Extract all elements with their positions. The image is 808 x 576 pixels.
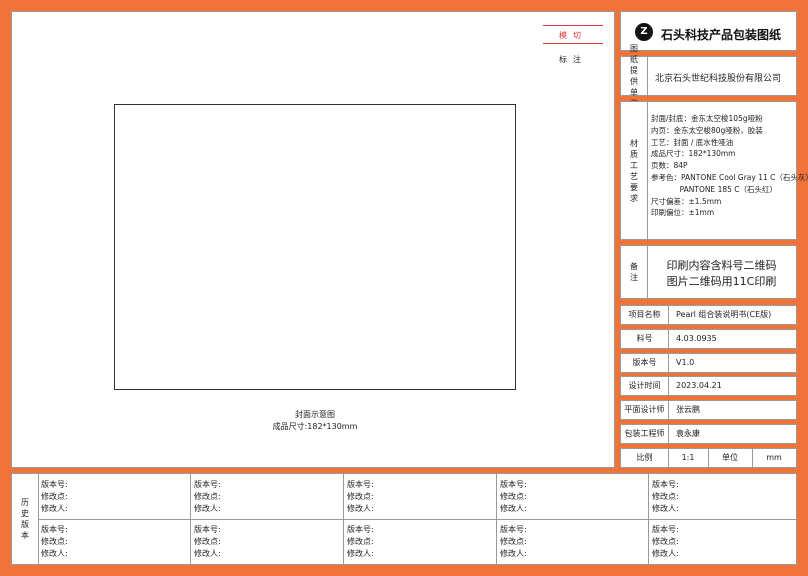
info-row-packaging-engineer: 包装工程师 袁永康 <box>620 424 797 444</box>
brand-header: Z 石头科技产品包装图纸 <box>620 11 797 51</box>
roborock-logo-icon: Z <box>635 23 653 41</box>
version-label: 版本号: <box>500 480 527 489</box>
history-entry: 版本号: 修改点: 修改人: <box>496 474 648 519</box>
history-entry: 版本号: 修改点: 修改人: <box>38 519 190 564</box>
history-label: 历史版本 <box>21 498 29 540</box>
provider-label: 图纸提供单位 <box>630 44 638 108</box>
modifier-label: 修改人: <box>652 504 679 513</box>
history-entry: 版本号: 修改点: 修改人: <box>496 519 648 564</box>
scale-value: 1:1 <box>668 449 709 467</box>
unit-key: 单位 <box>708 449 753 467</box>
change-point-label: 修改点: <box>500 492 527 501</box>
info-value: Pearl 组合装说明书(CE版) <box>676 310 772 319</box>
info-value: 袁永康 <box>676 429 700 438</box>
cover-size: 成品尺寸:182*130mm <box>272 422 358 431</box>
modifier-label: 修改人: <box>652 549 679 558</box>
die-cut-legend-label: 模切 <box>559 31 587 40</box>
history-entry: 版本号: 修改点: 修改人: <box>190 519 343 564</box>
version-label: 版本号: <box>194 480 221 489</box>
info-value: V1.0 <box>676 358 695 367</box>
materials-line: 参考色：PANTONE Cool Gray 11 C（石头灰） <box>651 172 808 182</box>
scale-key: 比例 <box>621 449 669 467</box>
materials-line: 印刷偏位：±1mm <box>651 208 715 218</box>
info-key: 版本号 <box>621 354 669 372</box>
cover-outline <box>114 104 516 390</box>
info-row-design-date: 设计时间 2023.04.21 <box>620 376 797 396</box>
change-point-label: 修改点: <box>652 537 679 546</box>
provider-value: 北京石头世纪科技股份有限公司 <box>655 74 782 84</box>
mark-legend-label: 标注 <box>559 55 587 64</box>
materials-list: 封面/封底：金东太空梭105g哑粉 内页：金东太空梭80g哑粉，胶装 工艺：封面 /… <box>651 113 808 219</box>
modifier-label: 修改人: <box>347 549 374 558</box>
info-key: 料号 <box>621 330 669 348</box>
change-point-label: 修改点: <box>500 537 527 546</box>
change-point-label: 修改点: <box>194 537 221 546</box>
info-key: 平面设计师 <box>621 401 669 419</box>
change-point-label: 修改点: <box>194 492 221 501</box>
materials-label: 材质工艺要求 <box>630 138 638 203</box>
materials-line: 页数：84P <box>651 161 688 171</box>
history-entry: 版本号: 修改点: 修改人: <box>343 519 496 564</box>
modifier-label: 修改人: <box>41 549 68 558</box>
materials-line: PANTONE 185 C（石头红） <box>651 184 778 194</box>
materials-line: 工艺：封面 / 底水性哑油 <box>651 137 734 147</box>
modifier-label: 修改人: <box>347 504 374 513</box>
materials-label-cell: 材质工艺要求 <box>621 102 648 239</box>
brand-title: 石头科技产品包装图纸 <box>661 28 782 42</box>
modifier-label: 修改人: <box>41 504 68 513</box>
version-label: 版本号: <box>347 525 374 534</box>
materials-line: 内页：金东太空梭80g哑粉，胶装 <box>651 125 763 135</box>
version-label: 版本号: <box>500 525 527 534</box>
version-label: 版本号: <box>41 480 68 489</box>
info-value: 4.03.0935 <box>676 334 717 343</box>
change-point-label: 修改点: <box>41 492 68 501</box>
info-row-graphic-designer: 平面设计师 张云鹏 <box>620 400 797 420</box>
info-row-part-number: 料号 4.03.0935 <box>620 329 797 349</box>
history-entry: 版本号: 修改点: 修改人: <box>343 474 496 519</box>
version-label: 版本号: <box>41 525 68 534</box>
info-key: 包装工程师 <box>621 425 669 443</box>
version-label: 版本号: <box>652 525 679 534</box>
history-table: 历史版本 版本号: 修改点: 修改人: 版本号: 修改点: 修改人: 版本号: … <box>11 473 797 565</box>
notes-value: 印刷内容含料号二维码 图片二维码用11C印刷 <box>647 258 796 290</box>
die-cut-legend: 模切 <box>543 25 603 44</box>
info-key: 项目名称 <box>621 306 669 324</box>
notes-line-2: 图片二维码用11C印刷 <box>666 275 777 288</box>
cover-caption: 封面示意图 <box>295 410 335 419</box>
notes-label-cell: 备注 <box>621 246 648 298</box>
notes-label: 备注 <box>630 262 638 282</box>
history-entry: 版本号: 修改点: 修改人: <box>648 519 796 564</box>
notes-section: 备注 印刷内容含料号二维码 图片二维码用11C印刷 <box>620 245 797 299</box>
version-label: 版本号: <box>347 480 374 489</box>
provider-label-cell: 图纸提供单位 <box>621 44 648 108</box>
info-value: 2023.04.21 <box>676 381 722 390</box>
info-row-version: 版本号 V1.0 <box>620 353 797 373</box>
change-point-label: 修改点: <box>652 492 679 501</box>
provider-section: 图纸提供单位 北京石头世纪科技股份有限公司 <box>620 44 797 108</box>
info-row-scale: 比例 1:1 单位 mm <box>620 448 797 468</box>
modifier-label: 修改人: <box>194 549 221 558</box>
version-label: 版本号: <box>652 480 679 489</box>
modifier-label: 修改人: <box>500 504 527 513</box>
materials-section: 材质工艺要求 封面/封底：金东太空梭105g哑粉 内页：金东太空梭80g哑粉，胶装… <box>620 101 808 240</box>
info-value: 张云鹏 <box>676 405 700 414</box>
unit-value: mm <box>766 453 782 462</box>
history-entry: 版本号: 修改点: 修改人: <box>38 474 190 519</box>
materials-line: 成品尺寸：182*130mm <box>651 149 736 159</box>
version-label: 版本号: <box>194 525 221 534</box>
notes-line-1: 印刷内容含料号二维码 <box>666 259 777 272</box>
modifier-label: 修改人: <box>194 504 221 513</box>
history-entry: 版本号: 修改点: 修改人: <box>190 474 343 519</box>
change-point-label: 修改点: <box>347 492 374 501</box>
modifier-label: 修改人: <box>500 549 527 558</box>
history-entry: 版本号: 修改点: 修改人: <box>648 474 796 519</box>
info-key: 设计时间 <box>621 377 669 395</box>
info-row-project-name: 项目名称 Pearl 组合装说明书(CE版) <box>620 305 797 325</box>
materials-line: 封面/封底：金东太空梭105g哑粉 <box>651 114 763 123</box>
materials-line: 尺寸偏差：±1.5mm <box>651 196 722 206</box>
change-point-label: 修改点: <box>41 537 68 546</box>
change-point-label: 修改点: <box>347 537 374 546</box>
drawing-area: 模切 标注 封面示意图 成品尺寸:182*130mm <box>11 11 615 468</box>
history-label-cell: 历史版本 <box>12 474 39 564</box>
